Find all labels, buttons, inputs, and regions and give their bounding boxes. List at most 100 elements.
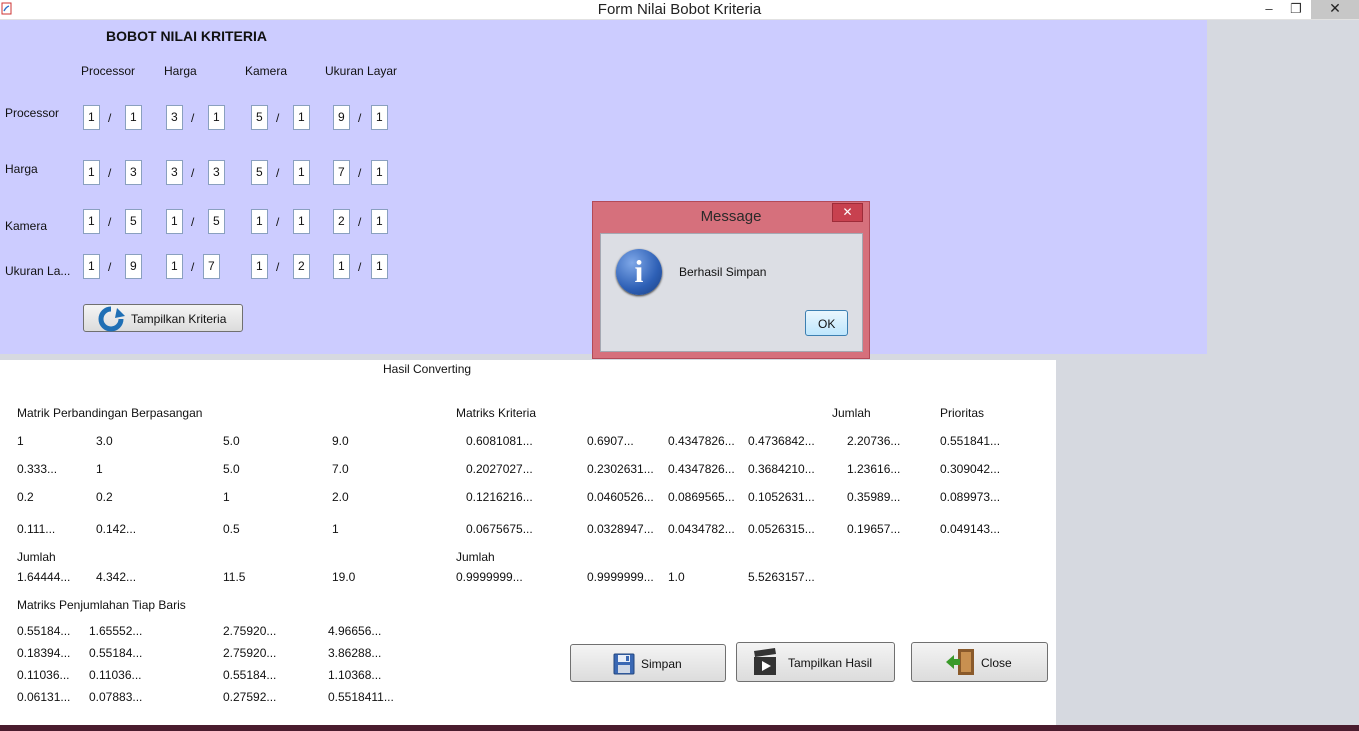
matrik-cell: 1: [96, 462, 103, 476]
row-label-ukuran-layar: Ukuran La...: [5, 264, 71, 278]
ukuran-harga-den[interactable]: 7: [203, 254, 220, 279]
kamera-kamera-den[interactable]: 1: [293, 209, 310, 234]
close-form-button[interactable]: Close: [911, 642, 1048, 682]
window-title: Form Nilai Bobot Kriteria: [597, 1, 762, 18]
kriteria-cell: 0.6907...: [587, 434, 634, 448]
close-form-label: Close: [981, 656, 1012, 670]
processor-kamera-den[interactable]: 1: [293, 105, 310, 130]
simpan-button[interactable]: Simpan: [570, 644, 726, 682]
fraction-slash: /: [358, 260, 362, 274]
penjumlahan-cell: 0.5518411...: [328, 690, 394, 704]
kriteria-cell: 0.0675675...: [466, 522, 533, 536]
processor-harga-num[interactable]: 3: [166, 105, 183, 130]
matrik-jumlah-cell: 1.64444...: [17, 570, 71, 584]
tampilkan-hasil-button[interactable]: Tampilkan Hasil: [736, 642, 895, 682]
ukuran-kamera-den[interactable]: 2: [293, 254, 310, 279]
message-dialog: Message ✕ i Berhasil Simpan OK: [592, 201, 870, 359]
matrik-jumlah-cell: 4.342...: [96, 570, 137, 584]
simpan-label: Simpan: [641, 657, 682, 671]
kriteria-cell: 0.4736842...: [748, 434, 815, 448]
prioritas-cell: 0.089973...: [940, 490, 1001, 504]
matrik-cell: 9.0: [332, 434, 349, 448]
kriteria-jumlah-header: Jumlah: [832, 406, 871, 420]
penjumlahan-cell: 2.75920...: [223, 624, 277, 638]
prioritas-header: Prioritas: [940, 406, 985, 420]
processor-processor-num[interactable]: 1: [83, 105, 100, 130]
matrik-cell: 5.0: [223, 434, 240, 448]
fraction-slash: /: [276, 166, 280, 180]
tampilkan-kriteria-button[interactable]: Tampilkan Kriteria: [83, 304, 243, 332]
ukuran-kamera-num[interactable]: 1: [251, 254, 268, 279]
processor-ukuran-num[interactable]: 9: [333, 105, 350, 130]
kriteria-jumlah-cell: 1.23616...: [847, 462, 901, 476]
fraction-slash: /: [108, 111, 112, 125]
ukuran-processor-num[interactable]: 1: [83, 254, 100, 279]
taskbar: [0, 725, 1359, 731]
ukuran-processor-den[interactable]: 9: [125, 254, 142, 279]
matrik-cell: 0.2: [96, 490, 113, 504]
fraction-slash: /: [108, 260, 112, 274]
matrik-jumlah-cell: 19.0: [332, 570, 356, 584]
kriteria-cell: 0.3684210...: [748, 462, 815, 476]
penjumlahan-cell: 0.11036...: [17, 668, 70, 682]
harga-processor-den[interactable]: 3: [125, 160, 142, 185]
kamera-kamera-num[interactable]: 1: [251, 209, 268, 234]
processor-ukuran-den[interactable]: 1: [371, 105, 388, 130]
harga-harga-num[interactable]: 3: [166, 160, 183, 185]
harga-harga-den[interactable]: 3: [208, 160, 225, 185]
matrik-cell: 1: [223, 490, 230, 504]
processor-kamera-num[interactable]: 5: [251, 105, 268, 130]
prioritas-cell: 0.049143...: [940, 522, 1001, 536]
kriteria-cell: 0.0434782...: [668, 522, 735, 536]
prioritas-cell: 0.309042...: [940, 462, 1001, 476]
matrik-cell: 1: [332, 522, 339, 536]
matrik-cell: 0.5: [223, 522, 240, 536]
harga-processor-num[interactable]: 1: [83, 160, 100, 185]
window-close-button[interactable]: ✕: [1311, 0, 1359, 19]
processor-processor-den[interactable]: 1: [125, 105, 142, 130]
save-icon: [613, 653, 635, 675]
restore-button[interactable]: ❐: [1283, 0, 1309, 19]
fraction-slash: /: [191, 215, 195, 229]
info-icon-glyph: i: [634, 253, 644, 289]
kriteria-sum-cell: 0.9999999...: [587, 570, 654, 584]
dialog-close-button[interactable]: ✕: [832, 203, 863, 222]
penjumlahan-cell: 0.11036...: [89, 668, 142, 682]
dialog-message: Berhasil Simpan: [679, 265, 767, 279]
kriteria-cell: 0.1052631...: [748, 490, 815, 504]
prioritas-cell: 0.551841...: [940, 434, 1001, 448]
processor-harga-den[interactable]: 1: [208, 105, 225, 130]
col-header-ukuran-layar: Ukuran Layar: [325, 64, 398, 78]
harga-kamera-num[interactable]: 5: [251, 160, 268, 185]
fraction-slash: /: [191, 260, 195, 274]
matrik-cell: 3.0: [96, 434, 113, 448]
kamera-ukuran-num[interactable]: 2: [333, 209, 350, 234]
kamera-harga-den[interactable]: 5: [208, 209, 225, 234]
penjumlahan-cell: 0.55184...: [89, 646, 143, 660]
kriteria-cell: 0.2302631...: [587, 462, 654, 476]
kriteria-jumlah-label: Jumlah: [456, 550, 495, 564]
kriteria-cell: 0.0526315...: [748, 522, 815, 536]
penjumlahan-cell: 0.18394...: [17, 646, 71, 660]
ukuran-ukuran-den[interactable]: 1: [371, 254, 388, 279]
harga-ukuran-num[interactable]: 7: [333, 160, 350, 185]
fraction-slash: /: [276, 111, 280, 125]
window-titlebar: Form Nilai Bobot Kriteria – ❐ ✕: [0, 0, 1359, 20]
hasil-panel: Hasil Converting Matrik Perbandingan Ber…: [0, 360, 1056, 725]
kamera-processor-num[interactable]: 1: [83, 209, 100, 234]
ok-label: OK: [818, 317, 836, 331]
ok-button[interactable]: OK: [805, 310, 848, 336]
minimize-button[interactable]: –: [1256, 0, 1282, 19]
kamera-ukuran-den[interactable]: 1: [371, 209, 388, 234]
kriteria-sum-cell: 5.5263157...: [748, 570, 815, 584]
kamera-harga-num[interactable]: 1: [166, 209, 183, 234]
ukuran-ukuran-num[interactable]: 1: [333, 254, 350, 279]
kriteria-jumlah-cell: 2.20736...: [847, 434, 901, 448]
harga-ukuran-den[interactable]: 1: [371, 160, 388, 185]
fraction-slash: /: [276, 260, 280, 274]
kamera-processor-den[interactable]: 5: [125, 209, 142, 234]
info-icon: i: [616, 249, 662, 295]
harga-kamera-den[interactable]: 1: [293, 160, 310, 185]
ukuran-harga-num[interactable]: 1: [166, 254, 183, 279]
row-label-harga: Harga: [5, 162, 38, 176]
